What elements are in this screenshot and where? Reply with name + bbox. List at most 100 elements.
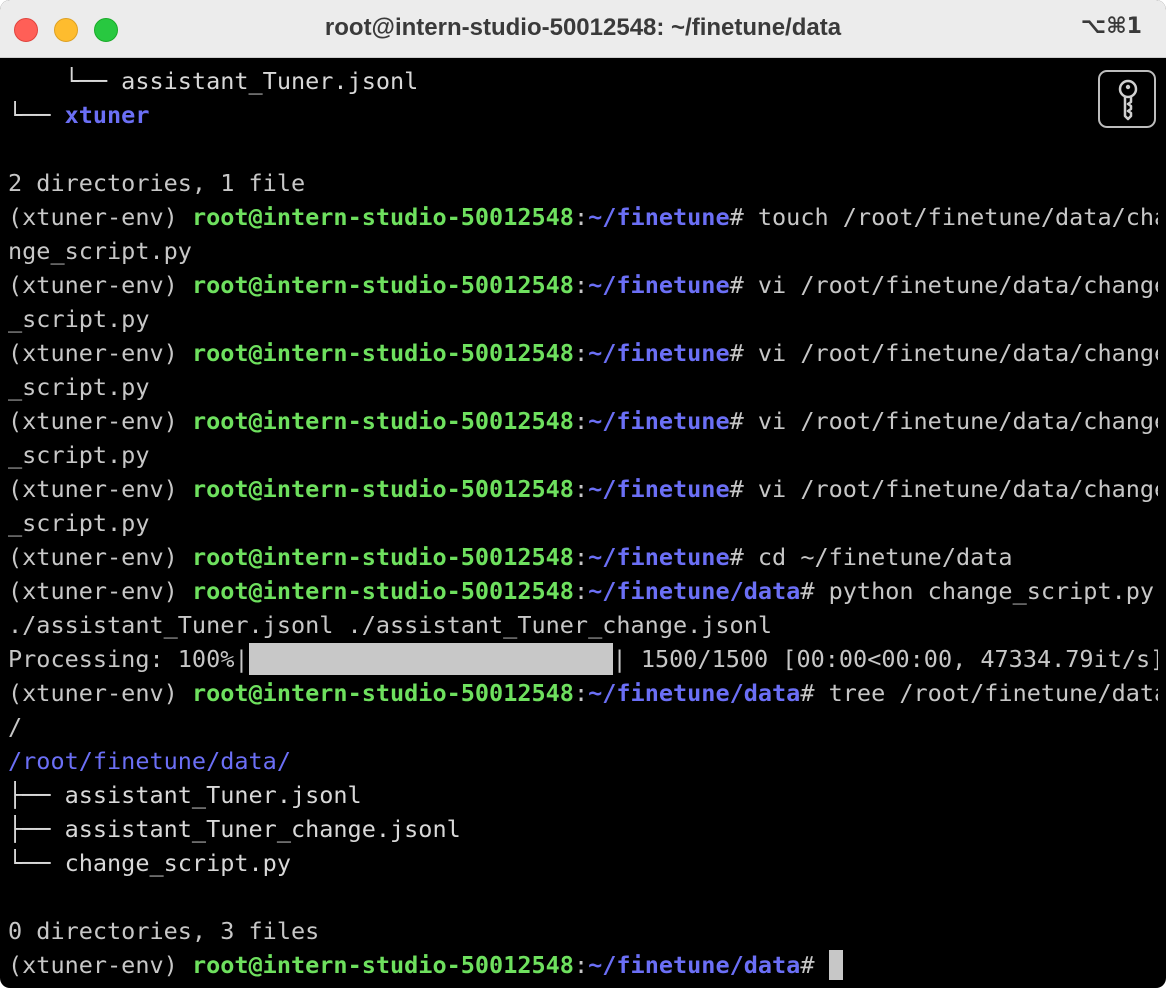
prompt-colon: : bbox=[573, 271, 589, 299]
prompt-colon: : bbox=[573, 339, 589, 367]
window-shortcut: ⌥⌘1 bbox=[1080, 14, 1142, 39]
prompt-env: (xtuner-env) bbox=[8, 339, 192, 367]
prompt-user-host: root@intern-studio-50012548 bbox=[191, 407, 574, 435]
prompt-colon: : bbox=[573, 543, 589, 571]
tree-branch: └── bbox=[8, 849, 65, 877]
progress-line: Processing: 100%| | 1500/1500 [00:00<00:0… bbox=[8, 642, 1158, 676]
command-text: tree /root/finetune/data bbox=[828, 679, 1158, 707]
command-wrap: _script.py bbox=[8, 305, 150, 333]
tree-file-text: └── assistant_Tuner.jsonl bbox=[8, 67, 419, 95]
prompt-hash: # bbox=[729, 543, 758, 571]
command-wrap: nge_script.py bbox=[8, 237, 192, 265]
prompt-colon: : bbox=[573, 679, 589, 707]
tree-branch: ├── bbox=[8, 781, 65, 809]
prompt-line: (xtuner-env) root@intern-studio-50012548… bbox=[8, 540, 1158, 574]
prompt-user-host: root@intern-studio-50012548 bbox=[191, 271, 574, 299]
key-icon bbox=[1118, 79, 1138, 121]
tree-root: /root/finetune/data/ bbox=[8, 747, 291, 775]
tree-summary-line: 0 directories, 3 files bbox=[8, 914, 1158, 948]
tree-entry-name: assistant_Tuner_change.jsonl bbox=[64, 815, 461, 843]
tree-entry: └── change_script.py bbox=[8, 846, 1158, 880]
prompt-line: (xtuner-env) root@intern-studio-50012548… bbox=[8, 200, 1158, 234]
command-text: cd ~/finetune/data bbox=[757, 543, 1013, 571]
prompt-user-host: root@intern-studio-50012548 bbox=[191, 951, 574, 979]
prompt-colon: : bbox=[573, 951, 589, 979]
prompt-path: ~/finetune bbox=[588, 543, 730, 571]
terminal-output[interactable]: └── assistant_Tuner.jsonl └── xtuner 2 d… bbox=[0, 58, 1166, 988]
command-wrap: _script.py bbox=[8, 509, 150, 537]
prompt-line: (xtuner-env) root@intern-studio-50012548… bbox=[8, 472, 1158, 506]
command-text: vi /root/finetune/data/change bbox=[757, 339, 1158, 367]
command-wrap: ./assistant_Tuner.jsonl ./assistant_Tune… bbox=[8, 611, 773, 639]
prompt-user-host: root@intern-studio-50012548 bbox=[191, 475, 574, 503]
prompt-path: ~/finetune bbox=[588, 203, 730, 231]
tree-summary: 2 directories, 1 file bbox=[8, 169, 306, 197]
prompt-env: (xtuner-env) bbox=[8, 679, 192, 707]
prompt-hash: # bbox=[729, 475, 758, 503]
command-text: vi /root/finetune/data/change bbox=[757, 271, 1158, 299]
command-wrap-line: / bbox=[8, 710, 1158, 744]
prompt-user-host: root@intern-studio-50012548 bbox=[191, 577, 574, 605]
command-wrap-line: _script.py bbox=[8, 506, 1158, 540]
active-prompt-line[interactable]: (xtuner-env) root@intern-studio-50012548… bbox=[8, 948, 1158, 982]
tree-branch: └── bbox=[8, 101, 65, 129]
tree-summary-line: 2 directories, 1 file bbox=[8, 166, 1158, 200]
command-wrap-line: nge_script.py bbox=[8, 234, 1158, 268]
prompt-path: ~/finetune bbox=[588, 407, 730, 435]
command-wrap-line: _script.py bbox=[8, 302, 1158, 336]
progress-label: Processing: 100%| bbox=[8, 645, 249, 673]
prompt-hash: # bbox=[729, 271, 758, 299]
progress-bar bbox=[248, 643, 613, 675]
tree-file-line: └── assistant_Tuner.jsonl bbox=[8, 64, 1158, 98]
prompt-user-host: root@intern-studio-50012548 bbox=[191, 339, 574, 367]
prompt-line: (xtuner-env) root@intern-studio-50012548… bbox=[8, 676, 1158, 710]
prompt-user-host: root@intern-studio-50012548 bbox=[191, 679, 574, 707]
title-bar: root@intern-studio-50012548: ~/finetune/… bbox=[0, 0, 1166, 58]
prompt-env: (xtuner-env) bbox=[8, 951, 192, 979]
prompt-line: (xtuner-env) root@intern-studio-50012548… bbox=[8, 404, 1158, 438]
prompt-path: ~/finetune/data bbox=[588, 577, 801, 605]
command-text: vi /root/finetune/data/change bbox=[757, 475, 1158, 503]
prompt-hash: # bbox=[729, 339, 758, 367]
prompt-env: (xtuner-env) bbox=[8, 407, 192, 435]
tree-entry-name: assistant_Tuner.jsonl bbox=[64, 781, 362, 809]
prompt-env: (xtuner-env) bbox=[8, 577, 192, 605]
prompt-colon: : bbox=[573, 577, 589, 605]
prompt-colon: : bbox=[573, 407, 589, 435]
tree-entry-name: change_script.py bbox=[64, 849, 291, 877]
prompt-hash: # bbox=[800, 679, 829, 707]
prompt-env: (xtuner-env) bbox=[8, 475, 192, 503]
command-wrap: _script.py bbox=[8, 441, 150, 469]
window-title: root@intern-studio-50012548: ~/finetune/… bbox=[324, 14, 842, 41]
command-wrap-line: ./assistant_Tuner.jsonl ./assistant_Tune… bbox=[8, 608, 1158, 642]
command-text: vi /root/finetune/data/change bbox=[757, 407, 1158, 435]
prompt-user-host: root@intern-studio-50012548 bbox=[191, 543, 574, 571]
prompt-path: ~/finetune bbox=[588, 271, 730, 299]
prompt-env: (xtuner-env) bbox=[8, 543, 192, 571]
tree-dir-name: xtuner bbox=[64, 101, 150, 129]
secure-keyboard-button[interactable] bbox=[1098, 70, 1156, 128]
text-cursor bbox=[828, 950, 843, 980]
tree-entry: ├── assistant_Tuner.jsonl bbox=[8, 778, 1158, 812]
prompt-env: (xtuner-env) bbox=[8, 203, 192, 231]
prompt-colon: : bbox=[573, 203, 589, 231]
command-wrap-line: _script.py bbox=[8, 438, 1158, 472]
prompt-colon: : bbox=[573, 475, 589, 503]
tree-branch: ├── bbox=[8, 815, 65, 843]
prompt-line: (xtuner-env) root@intern-studio-50012548… bbox=[8, 574, 1158, 608]
prompt-user-host: root@intern-studio-50012548 bbox=[191, 203, 574, 231]
tree-summary: 0 directories, 3 files bbox=[8, 917, 320, 945]
prompt-hash: # bbox=[729, 203, 758, 231]
prompt-line: (xtuner-env) root@intern-studio-50012548… bbox=[8, 268, 1158, 302]
prompt-path: ~/finetune bbox=[588, 475, 730, 503]
prompt-path: ~/finetune bbox=[588, 339, 730, 367]
command-wrap-line: _script.py bbox=[8, 370, 1158, 404]
prompt-path: ~/finetune/data bbox=[588, 951, 801, 979]
tree-root-line: /root/finetune/data/ bbox=[8, 744, 1158, 778]
command-wrap: _script.py bbox=[8, 373, 150, 401]
prompt-line: (xtuner-env) root@intern-studio-50012548… bbox=[8, 336, 1158, 370]
command-text: python change_script.py bbox=[828, 577, 1155, 605]
tree-dir-line: └── xtuner bbox=[8, 98, 1158, 132]
command-text: touch /root/finetune/data/cha bbox=[757, 203, 1158, 231]
prompt-hash: # bbox=[800, 951, 829, 979]
